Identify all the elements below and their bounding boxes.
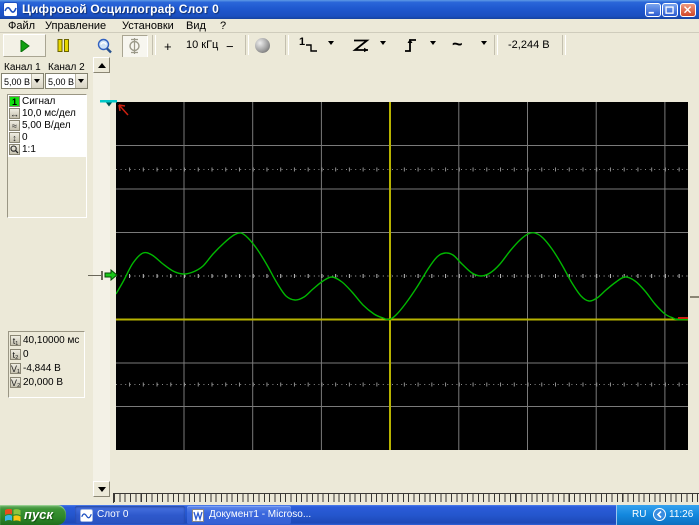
- system-tray: RU 11:26: [616, 505, 699, 525]
- v1-icon: V₁: [10, 363, 21, 374]
- chevron-down-icon[interactable]: [31, 74, 43, 88]
- hide-icons-button[interactable]: [653, 508, 666, 521]
- trigger-point-arrow: [118, 104, 129, 116]
- window-title: Цифровой Осциллограф Слот 0: [22, 2, 220, 16]
- app-icon: [3, 2, 18, 17]
- oscilloscope-display: [116, 102, 688, 450]
- freq-increase-button[interactable]: +: [164, 39, 172, 54]
- client-area: Канал 1 Канал 2 5,00 В 5,00 В 1 Сигнал ↔ 1…: [0, 57, 699, 505]
- autosetup-button[interactable]: [96, 38, 113, 54]
- windows-logo-icon: [5, 508, 21, 522]
- maximize-button[interactable]: [662, 3, 678, 17]
- trigger-level-value: -2,244 В: [508, 39, 550, 51]
- word-document-icon: [192, 509, 204, 522]
- start-button[interactable]: пуск: [0, 505, 66, 525]
- pause-button[interactable]: [56, 39, 71, 52]
- freq-decrease-button[interactable]: −: [226, 39, 234, 54]
- run-button[interactable]: [3, 34, 46, 57]
- trigger-digital-icon[interactable]: [305, 43, 319, 53]
- language-indicator[interactable]: RU: [632, 509, 646, 520]
- menu-view[interactable]: Вид: [186, 20, 206, 32]
- toolbar-separator: [245, 35, 249, 55]
- measurements-box: t₁ 40,10000 мс t₂ 0 V₁ -4,844 В V₂ 20,000 В: [8, 331, 85, 398]
- sphere-button[interactable]: [255, 38, 270, 53]
- channel1-scale-select[interactable]: 5,00 В: [1, 73, 44, 89]
- minimize-button[interactable]: [645, 3, 661, 17]
- toolbar-separator: [562, 35, 566, 55]
- scroll-down-button[interactable]: [93, 481, 110, 497]
- probe-circle-icon: [129, 38, 140, 54]
- clock: 11:26: [669, 509, 694, 520]
- horizontal-scale-icon: ↔: [9, 108, 20, 119]
- oscilloscope-app-icon: [80, 509, 93, 522]
- offset-icon: ↕: [9, 132, 20, 143]
- trigger-rising-edge-icon[interactable]: [404, 37, 418, 54]
- vertical-scale-icon: ≈: [9, 120, 20, 131]
- menu-control[interactable]: Управление: [45, 20, 106, 32]
- toolbar-separator: [285, 35, 289, 55]
- channel1-icon: 1: [9, 96, 20, 107]
- trigger-sine-icon[interactable]: ~: [452, 34, 463, 55]
- run-icon: [20, 40, 30, 52]
- splitter-handle[interactable]: [690, 296, 699, 298]
- toolbar-separator: [152, 35, 156, 55]
- magnifier-icon: [9, 144, 20, 155]
- trigger-time-marker[interactable]: [100, 100, 117, 108]
- v2-icon: V₂: [10, 377, 21, 388]
- t2-icon: t₂: [10, 349, 21, 360]
- taskbar: пуск Слот 0 Документ1 - Microso... RU 11…: [0, 505, 699, 525]
- signal-info-box: 1 Сигнал ↔ 10,0 мс/дел ≈5,00 В/дел ↕ 0 1:1: [7, 94, 87, 218]
- scroll-up-button[interactable]: [93, 57, 110, 73]
- menu-bar: Файл Управление Установки Вид ?: [0, 19, 699, 33]
- trigger1-dropdown[interactable]: [328, 41, 334, 45]
- trigger-level-tick: [101, 271, 103, 280]
- t1-icon: t₁: [10, 335, 21, 346]
- trigger-sine-dropdown[interactable]: [481, 41, 487, 45]
- close-button[interactable]: [680, 3, 696, 17]
- menu-settings[interactable]: Установки: [122, 20, 174, 32]
- trigger-rise-dropdown[interactable]: [430, 41, 436, 45]
- chevron-down-icon[interactable]: [75, 74, 87, 88]
- screen: Цифровой Осциллограф Слот 0 Файл Управле…: [0, 0, 699, 525]
- trigger-edge-dropdown[interactable]: [380, 41, 386, 45]
- taskbar-item-slot0[interactable]: Слот 0: [75, 506, 185, 524]
- toolbar-separator: [494, 35, 498, 55]
- toolbar: + 10 кГц − 1 ~ -2,244 В: [0, 34, 699, 58]
- start-label: пуск: [24, 507, 53, 522]
- disabled-tool-button[interactable]: [122, 35, 148, 58]
- channel2-label: Канал 2: [48, 62, 85, 73]
- trigger-either-edge-icon[interactable]: [352, 39, 370, 52]
- channel-zero-arrow[interactable]: [104, 269, 118, 281]
- freq-value: 10 кГц: [186, 39, 219, 51]
- menu-file[interactable]: Файл: [8, 20, 35, 32]
- channel2-scale-select[interactable]: 5,00 В: [45, 73, 88, 89]
- channel1-label: Канал 1: [4, 62, 41, 73]
- menu-help[interactable]: ?: [220, 20, 226, 32]
- horizontal-position-ruler[interactable]: [113, 493, 699, 503]
- taskbar-item-word[interactable]: Документ1 - Microso...: [187, 506, 311, 524]
- title-bar: Цифровой Осциллограф Слот 0: [0, 0, 699, 19]
